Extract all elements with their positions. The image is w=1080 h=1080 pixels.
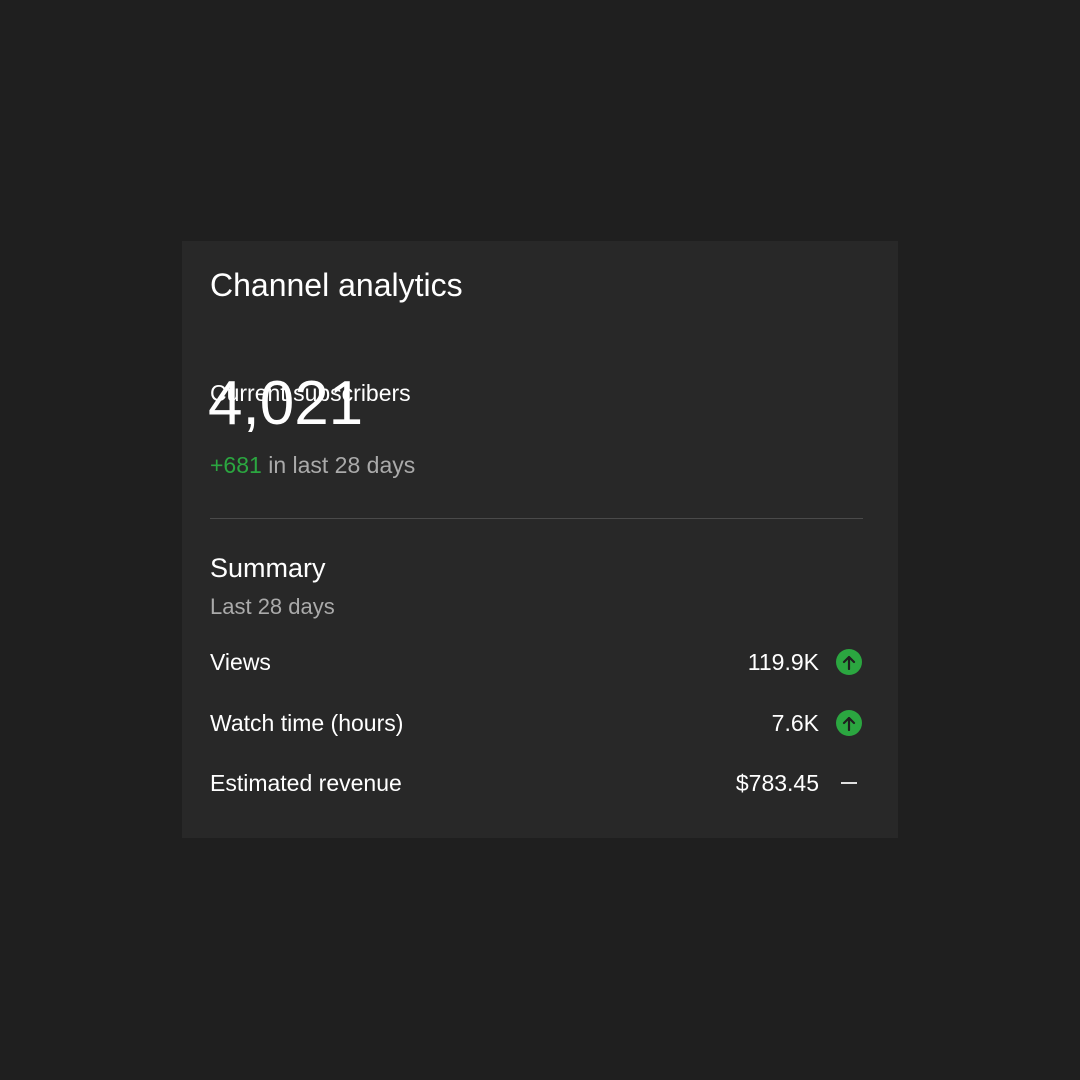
metric-row-revenue: Estimated revenue $783.45 <box>210 766 862 800</box>
channel-analytics-card: Channel analytics Current subscribers 4,… <box>182 241 898 838</box>
metric-row-views: Views 119.9K <box>210 645 862 679</box>
subscribers-count: 4,021 <box>208 369 364 438</box>
arrow-up-circle-icon <box>836 649 862 675</box>
divider <box>210 518 863 519</box>
metric-value: 119.9K <box>747 648 819 675</box>
summary-title: Summary <box>210 553 326 583</box>
subscribers-change: +681 in last 28 days <box>210 450 415 480</box>
arrow-up-circle-icon <box>836 710 862 736</box>
dash-icon <box>836 770 862 796</box>
metric-label: Estimated revenue <box>210 769 402 796</box>
metric-label: Views <box>210 648 271 675</box>
subscribers-delta-suffix: in last 28 days <box>261 452 416 478</box>
metric-value: 7.6K <box>771 709 819 736</box>
metric-value: $783.45 <box>735 769 819 796</box>
metric-label: Watch time (hours) <box>210 709 404 736</box>
subscribers-delta: +681 <box>210 452 262 478</box>
card-title: Channel analytics <box>210 267 463 303</box>
metric-row-watch-time: Watch time (hours) 7.6K <box>210 706 862 740</box>
summary-period: Last 28 days <box>210 594 335 619</box>
